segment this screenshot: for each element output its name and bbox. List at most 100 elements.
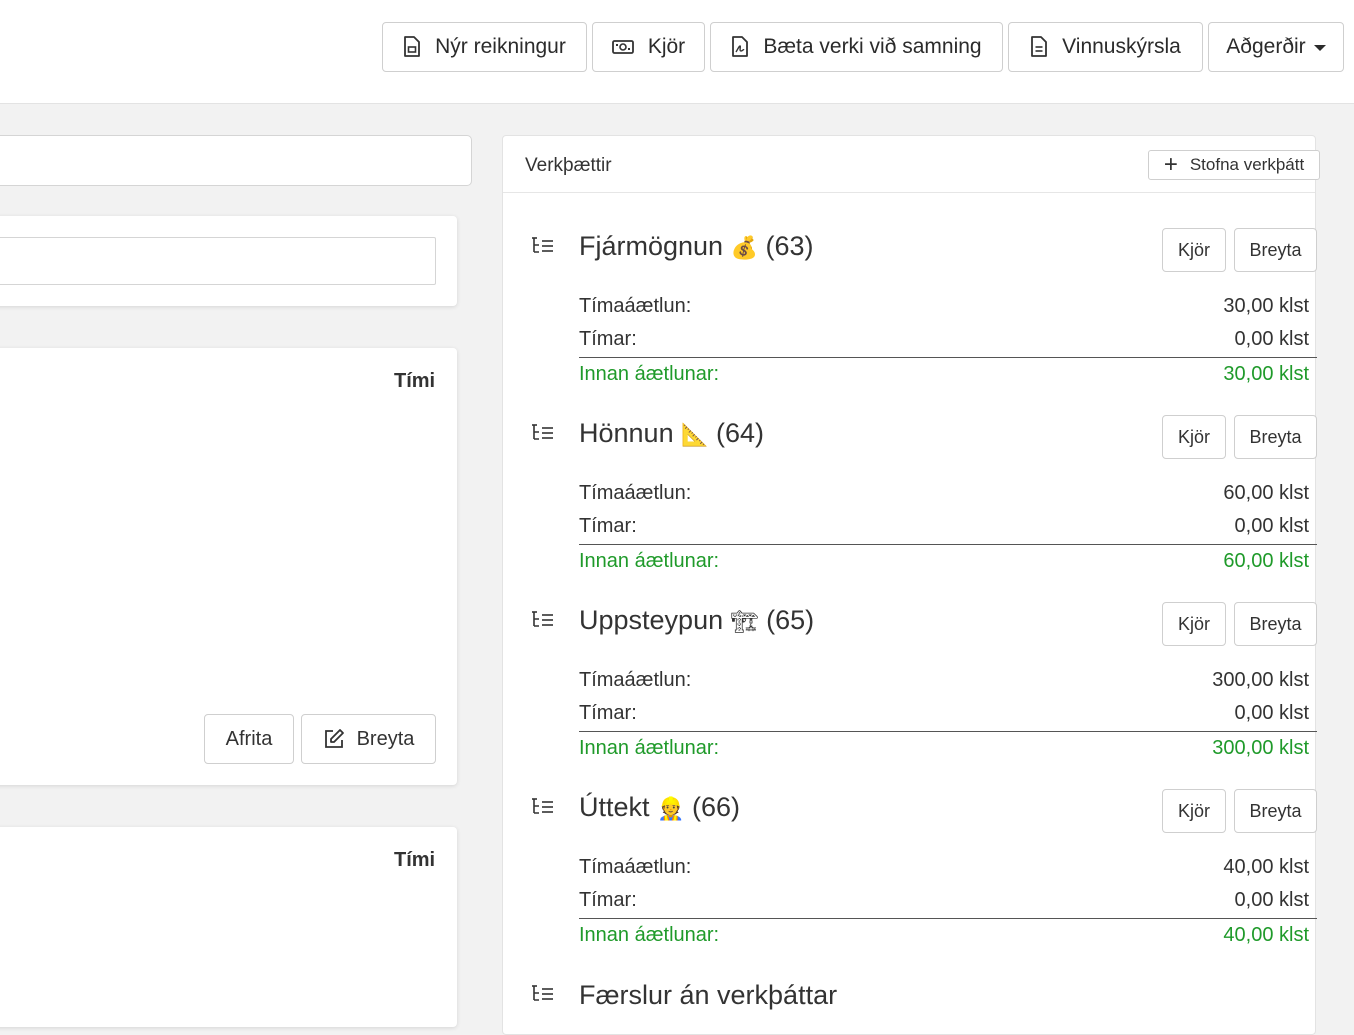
phase-item: Fjármögnun 💰 (63) Kjör Breyta Tímaáætlun… bbox=[503, 228, 1317, 415]
work-report-button[interactable]: Vinnuskýrsla bbox=[1008, 22, 1203, 72]
hours-value: 0,00 klst bbox=[1234, 702, 1309, 724]
rates-button[interactable]: Kjör bbox=[592, 22, 705, 72]
construction-crane-icon: 🏗 bbox=[730, 610, 759, 635]
phase-number: (63) bbox=[765, 231, 814, 261]
phase-number: (66) bbox=[691, 792, 740, 822]
new-phase-label: Stofna verkþátt bbox=[1189, 155, 1305, 174]
money-bag-icon: 💰 bbox=[730, 236, 758, 261]
phase-edit-button[interactable]: Breyta bbox=[1234, 228, 1317, 272]
phases-panel-header: Verkþættir + Stofna verkþátt bbox=[503, 136, 1320, 193]
phase-rates-button[interactable]: Kjör bbox=[1162, 228, 1226, 272]
phase-item: Hönnun 📐 (64) Kjör Breyta Tímaáætlun: 60… bbox=[503, 415, 1317, 602]
hours-value: 0,00 klst bbox=[1234, 328, 1309, 350]
tree-list-icon bbox=[532, 985, 553, 1001]
tree-list-icon bbox=[532, 611, 553, 627]
actions-label: Aðgerðir bbox=[1226, 35, 1306, 58]
estimate-label: Tímaáætlun: bbox=[579, 295, 692, 317]
phase-name: Uppsteypun bbox=[579, 605, 724, 635]
phases-title: Verkþættir bbox=[525, 155, 612, 176]
phase-item: Uppsteypun 🏗 (65) Kjör Breyta Tímaáætlun… bbox=[503, 602, 1317, 789]
hours-value: 0,00 klst bbox=[1234, 889, 1309, 911]
hours-row: Tímar: 0,00 klst bbox=[579, 328, 1317, 360]
add-to-contract-label: Bæta verki við samning bbox=[763, 35, 982, 58]
hours-row: Tímar: 0,00 klst bbox=[579, 702, 1317, 734]
triangular-ruler-icon: 📐 bbox=[681, 423, 709, 448]
phase-edit-button[interactable]: Breyta bbox=[1234, 602, 1317, 646]
hours-label: Tímar: bbox=[579, 889, 637, 911]
hours-row: Tímar: 0,00 klst bbox=[579, 889, 1317, 921]
copy-button[interactable]: Afrita bbox=[204, 714, 294, 764]
time-column-header-2: Tími bbox=[394, 849, 436, 871]
phases-panel: Verkþættir + Stofna verkþátt Fjármögnun … bbox=[502, 135, 1320, 1035]
estimate-row: Tímaáætlun: 60,00 klst bbox=[579, 482, 1317, 514]
copy-label: Afrita bbox=[225, 727, 273, 750]
unassigned-title: Færslur án verkþáttar bbox=[579, 980, 838, 1010]
tree-list-icon bbox=[532, 798, 553, 814]
within-budget-row: Innan áætlunar: 300,00 klst bbox=[579, 731, 1317, 763]
hours-label: Tímar: bbox=[579, 702, 637, 724]
work-report-label: Vinnuskýrsla bbox=[1062, 35, 1181, 58]
within-budget-value: 300,00 klst bbox=[1212, 737, 1309, 759]
edit-icon bbox=[324, 729, 344, 748]
within-budget-row: Innan áætlunar: 30,00 klst bbox=[579, 357, 1317, 389]
phase-rates-button[interactable]: Kjör bbox=[1162, 415, 1226, 459]
entries-card-2: Tími bbox=[0, 827, 457, 1027]
phase-title: Uppsteypun 🏗 (65) bbox=[579, 605, 814, 636]
phase-title: Fjármögnun 💰 (63) bbox=[579, 231, 814, 262]
estimate-value: 60,00 klst bbox=[1223, 482, 1309, 504]
within-budget-label: Innan áætlunar: bbox=[579, 363, 720, 385]
new-phase-button[interactable]: + Stofna verkþátt bbox=[1148, 150, 1320, 180]
phase-title: Úttekt 👷 (66) bbox=[579, 792, 740, 823]
estimate-label: Tímaáætlun: bbox=[579, 669, 692, 691]
within-budget-row: Innan áætlunar: 60,00 klst bbox=[579, 544, 1317, 576]
phase-title: Hönnun 📐 (64) bbox=[579, 418, 764, 449]
estimate-value: 40,00 klst bbox=[1223, 856, 1309, 878]
phase-edit-button[interactable]: Breyta bbox=[1234, 789, 1317, 833]
money-icon bbox=[611, 40, 634, 54]
phase-number: (64) bbox=[716, 418, 765, 448]
within-budget-value: 60,00 klst bbox=[1223, 550, 1309, 572]
phase-name: Úttekt bbox=[579, 792, 650, 822]
phase-number: (65) bbox=[766, 605, 815, 635]
contract-icon bbox=[732, 36, 749, 57]
entries-card: Tími Afrita Breyta bbox=[0, 348, 457, 785]
new-invoice-button[interactable]: Nýr reikningur bbox=[382, 22, 587, 72]
hours-label: Tímar: bbox=[579, 515, 637, 537]
plus-icon: + bbox=[1163, 151, 1178, 178]
time-column-header: Tími bbox=[394, 370, 436, 392]
phase-edit-button[interactable]: Breyta bbox=[1234, 415, 1317, 459]
document-icon bbox=[1031, 36, 1048, 57]
search-input[interactable] bbox=[0, 135, 472, 186]
unassigned-phase-item: Færslur án verkþáttar bbox=[503, 976, 1315, 1016]
actions-dropdown[interactable]: Aðgerðir bbox=[1208, 22, 1344, 72]
phase-name: Hönnun bbox=[579, 418, 674, 448]
within-budget-label: Innan áætlunar: bbox=[579, 737, 720, 759]
within-budget-label: Innan áætlunar: bbox=[579, 924, 720, 946]
edit-button[interactable]: Breyta bbox=[301, 714, 436, 764]
within-budget-value: 30,00 klst bbox=[1223, 363, 1309, 385]
estimate-label: Tímaáætlun: bbox=[579, 482, 692, 504]
tree-list-icon bbox=[532, 237, 553, 253]
phase-name: Fjármögnun bbox=[579, 231, 724, 261]
estimate-row: Tímaáætlun: 30,00 klst bbox=[579, 295, 1317, 327]
estimate-value: 300,00 klst bbox=[1212, 669, 1309, 691]
within-budget-label: Innan áætlunar: bbox=[579, 550, 720, 572]
filter-input[interactable] bbox=[0, 237, 436, 285]
filter-card bbox=[0, 216, 457, 306]
construction-worker-icon: 👷 bbox=[657, 797, 685, 822]
estimate-label: Tímaáætlun: bbox=[579, 856, 692, 878]
within-budget-value: 40,00 klst bbox=[1223, 924, 1309, 946]
caret-down-icon bbox=[1313, 45, 1326, 51]
rates-label: Kjör bbox=[647, 35, 686, 58]
phase-rates-button[interactable]: Kjör bbox=[1162, 602, 1226, 646]
phase-item: Úttekt 👷 (66) Kjör Breyta Tímaáætlun: 40… bbox=[503, 789, 1317, 976]
within-budget-row: Innan áætlunar: 40,00 klst bbox=[579, 918, 1317, 950]
hours-label: Tímar: bbox=[579, 328, 637, 350]
estimate-row: Tímaáætlun: 300,00 klst bbox=[579, 669, 1317, 701]
edit-label: Breyta bbox=[356, 727, 415, 750]
new-invoice-label: Nýr reikningur bbox=[435, 35, 566, 58]
add-to-contract-button[interactable]: Bæta verki við samning bbox=[710, 22, 1003, 72]
estimate-row: Tímaáætlun: 40,00 klst bbox=[579, 856, 1317, 888]
top-toolbar: Nýr reikningur Kjör Bæta verki við samni… bbox=[0, 0, 1354, 104]
phase-rates-button[interactable]: Kjör bbox=[1162, 789, 1226, 833]
